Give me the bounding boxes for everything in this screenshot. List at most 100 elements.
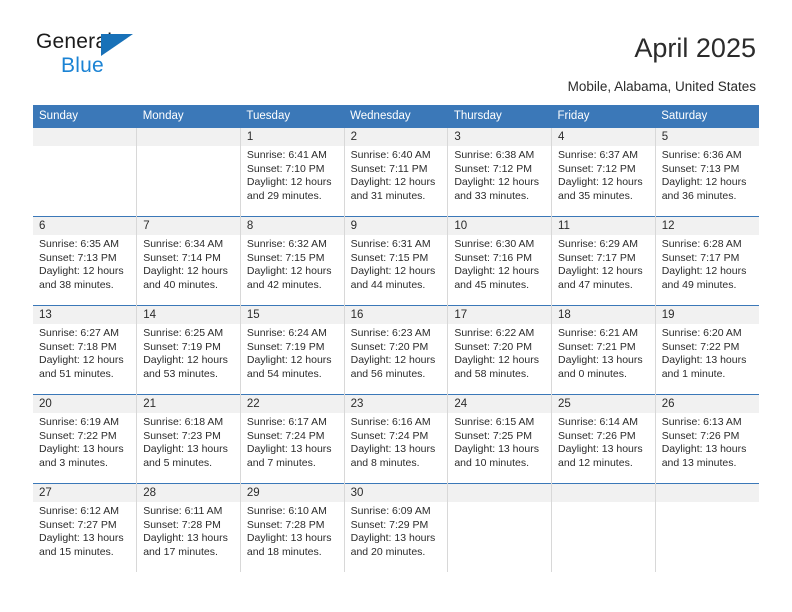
calendar-day-cell[interactable]: 16 Sunrise: 6:23 AM Sunset: 7:20 PM Dayligh…: [343, 305, 448, 395]
sunset-text: Sunset: 7:21 PM: [558, 340, 636, 353]
daylight-text-line2: and 49 minutes.: [661, 278, 737, 291]
calendar-day-cell[interactable]: 6 Sunrise: 6:35 AM Sunset: 7:13 PM Daylight…: [33, 216, 137, 306]
day-details: Sunrise: 6:28 AM Sunset: 7:17 PM Daylight:…: [656, 235, 759, 292]
day-cell-inner: 2 Sunrise: 6:40 AM Sunset: 7:11 PM Daylight…: [344, 128, 448, 216]
daylight-text-line2: and 7 minutes.: [246, 456, 316, 469]
daylight-text-line1: Daylight: 12 hours: [454, 176, 539, 188]
day-details: Sunrise: 6:25 AM Sunset: 7:19 PM Daylight:…: [137, 324, 240, 381]
day-number: 30: [344, 484, 448, 502]
daylight-text-line1: Daylight: 13 hours: [350, 443, 436, 455]
day-cell-inner: 19 Sunrise: 6:20 AM Sunset: 7:22 PM Dayligh…: [655, 306, 759, 394]
calendar-day-cell[interactable]: 22 Sunrise: 6:17 AM Sunset: 7:24 PM Dayligh…: [239, 394, 345, 484]
daylight-text-line2: and 53 minutes.: [143, 367, 218, 380]
day-number: 21: [137, 395, 240, 413]
sunrise-text: Sunrise: 6:31 AM: [350, 238, 431, 250]
calendar-day-cell[interactable]: 10 Sunrise: 6:30 AM Sunset: 7:16 PM Dayligh…: [447, 216, 552, 306]
calendar-day-cell[interactable]: 15 Sunrise: 6:24 AM Sunset: 7:19 PM Dayligh…: [239, 305, 345, 395]
day-number: 6: [33, 217, 137, 235]
day-number: 19: [655, 306, 759, 324]
calendar-day-cell[interactable]: 9 Sunrise: 6:31 AM Sunset: 7:15 PM Daylight…: [343, 216, 448, 306]
calendar-day-cell[interactable]: 23 Sunrise: 6:16 AM Sunset: 7:24 PM Dayligh…: [343, 394, 448, 484]
daylight-text-line1: Daylight: 12 hours: [454, 354, 539, 366]
sunrise-text: Sunrise: 6:34 AM: [143, 238, 224, 250]
calendar-day-cell[interactable]: 21 Sunrise: 6:18 AM Sunset: 7:23 PM Dayligh…: [136, 394, 241, 484]
calendar-day-cell[interactable]: 20 Sunrise: 6:19 AM Sunset: 7:22 PM Dayligh…: [33, 394, 137, 484]
daylight-text-line1: Daylight: 12 hours: [246, 176, 332, 188]
calendar-day-cell[interactable]: 2 Sunrise: 6:40 AM Sunset: 7:11 PM Daylight…: [343, 127, 448, 217]
day-number: 28: [137, 484, 240, 502]
sunset-text: Sunset: 7:24 PM: [350, 429, 429, 442]
weekday-header-row: Sunday Monday Tuesday Wednesday Thursday Frid…: [33, 105, 759, 128]
calendar-day-cell[interactable]: 11 Sunrise: 6:29 AM Sunset: 7:17 PM Dayligh…: [551, 216, 656, 306]
daylight-text-line2: and 5 minutes.: [143, 456, 213, 469]
daylight-text-line1: Daylight: 13 hours: [454, 443, 539, 455]
day-cell-inner: 25 Sunrise: 6:14 AM Sunset: 7:26 PM Dayligh…: [552, 395, 655, 483]
sunrise-text: Sunrise: 6:18 AM: [143, 416, 224, 428]
daylight-text-line2: and 51 minutes.: [39, 367, 114, 380]
daylight-text-line1: Daylight: 13 hours: [246, 443, 332, 455]
weekday-header-saturday: Saturday: [655, 105, 759, 128]
sunset-text: Sunset: 7:29 PM: [350, 518, 429, 531]
calendar-day-cell[interactable]: 14 Sunrise: 6:25 AM Sunset: 7:19 PM Dayligh…: [136, 305, 241, 395]
calendar-day-cell[interactable]: 17 Sunrise: 6:22 AM Sunset: 7:20 PM Dayligh…: [447, 305, 552, 395]
daylight-text-line2: and 47 minutes.: [558, 278, 633, 291]
calendar-day-cell[interactable]: 7 Sunrise: 6:34 AM Sunset: 7:14 PM Daylight…: [136, 216, 241, 306]
sunrise-text: Sunrise: 6:35 AM: [39, 238, 119, 250]
day-number: 24: [448, 395, 552, 413]
calendar-day-cell[interactable]: 28 Sunrise: 6:11 AM Sunset: 7:28 PM Dayligh…: [136, 483, 241, 572]
daylight-text-line2: and 17 minutes.: [143, 545, 218, 558]
day-details: [33, 146, 136, 149]
sunrise-text: Sunrise: 6:24 AM: [246, 327, 327, 339]
day-cell-inner: [137, 128, 240, 216]
calendar-day-cell[interactable]: 30 Sunrise: 6:09 AM Sunset: 7:29 PM Dayligh…: [343, 483, 448, 572]
day-number: 29: [240, 484, 344, 502]
calendar-day-cell[interactable]: 1 Sunrise: 6:41 AM Sunset: 7:10 PM Daylight…: [239, 127, 345, 217]
calendar-day-cell[interactable]: 12 Sunrise: 6:28 AM Sunset: 7:17 PM Dayligh…: [654, 216, 759, 306]
calendar-day-cell-empty: [33, 127, 137, 217]
sunset-text: Sunset: 7:16 PM: [454, 251, 532, 264]
calendar-day-cell[interactable]: 19 Sunrise: 6:20 AM Sunset: 7:22 PM Dayligh…: [654, 305, 759, 395]
sunset-text: Sunset: 7:15 PM: [350, 251, 429, 264]
day-details: [552, 502, 655, 505]
sunset-text: Sunset: 7:17 PM: [558, 251, 636, 264]
day-cell-inner: 6 Sunrise: 6:35 AM Sunset: 7:13 PM Daylight…: [33, 217, 137, 305]
calendar-day-cell[interactable]: 13 Sunrise: 6:27 AM Sunset: 7:18 PM Dayligh…: [33, 305, 137, 395]
daylight-text-line2: and 29 minutes.: [246, 189, 322, 202]
calendar-day-cell[interactable]: 27 Sunrise: 6:12 AM Sunset: 7:27 PM Dayligh…: [33, 483, 137, 572]
sunrise-text: Sunrise: 6:37 AM: [558, 149, 638, 161]
day-number: 27: [33, 484, 137, 502]
daylight-text-line1: Daylight: 12 hours: [143, 354, 228, 366]
daylight-text-line2: and 18 minutes.: [246, 545, 322, 558]
sunset-text: Sunset: 7:15 PM: [246, 251, 325, 264]
calendar-day-cell[interactable]: 5 Sunrise: 6:36 AM Sunset: 7:13 PM Daylight…: [654, 127, 759, 217]
day-details: Sunrise: 6:10 AM Sunset: 7:28 PM Daylight:…: [241, 502, 344, 559]
calendar-day-cell[interactable]: 3 Sunrise: 6:38 AM Sunset: 7:12 PM Daylight…: [447, 127, 552, 217]
calendar-day-cell[interactable]: 8 Sunrise: 6:32 AM Sunset: 7:15 PM Daylight…: [239, 216, 345, 306]
sunset-text: Sunset: 7:12 PM: [454, 162, 532, 175]
daylight-text-line2: and 15 minutes.: [39, 545, 114, 558]
day-number: 15: [240, 306, 344, 324]
calendar-day-cell[interactable]: 26 Sunrise: 6:13 AM Sunset: 7:26 PM Dayligh…: [654, 394, 759, 484]
calendar-day-cell[interactable]: 25 Sunrise: 6:14 AM Sunset: 7:26 PM Dayligh…: [551, 394, 656, 484]
sunrise-text: Sunrise: 6:20 AM: [661, 327, 742, 339]
calendar-day-cell[interactable]: 18 Sunrise: 6:21 AM Sunset: 7:21 PM Dayligh…: [551, 305, 656, 395]
logo-text-blue: Blue: [61, 54, 104, 77]
calendar-day-cell[interactable]: 24 Sunrise: 6:15 AM Sunset: 7:25 PM Dayligh…: [447, 394, 552, 484]
sunset-text: Sunset: 7:25 PM: [454, 429, 532, 442]
day-cell-inner: [552, 484, 655, 572]
day-number: 14: [137, 306, 240, 324]
calendar-day-cell[interactable]: 29 Sunrise: 6:10 AM Sunset: 7:28 PM Dayligh…: [239, 483, 345, 572]
daylight-text-line2: and 38 minutes.: [39, 278, 114, 291]
sunset-text: Sunset: 7:11 PM: [350, 162, 428, 175]
day-number: 5: [655, 128, 759, 146]
day-details: Sunrise: 6:40 AM Sunset: 7:11 PM Daylight:…: [345, 146, 448, 203]
daylight-text-line1: Daylight: 12 hours: [558, 176, 643, 188]
daylight-text-line2: and 45 minutes.: [454, 278, 530, 291]
daylight-text-line1: Daylight: 13 hours: [661, 354, 747, 366]
day-number: 22: [240, 395, 344, 413]
day-details: Sunrise: 6:20 AM Sunset: 7:22 PM Daylight:…: [656, 324, 759, 381]
day-number: [33, 128, 137, 146]
day-cell-inner: 5 Sunrise: 6:36 AM Sunset: 7:13 PM Daylight…: [655, 128, 759, 216]
calendar-day-cell[interactable]: 4 Sunrise: 6:37 AM Sunset: 7:12 PM Daylight…: [551, 127, 656, 217]
day-cell-inner: 29 Sunrise: 6:10 AM Sunset: 7:28 PM Dayligh…: [240, 484, 344, 572]
